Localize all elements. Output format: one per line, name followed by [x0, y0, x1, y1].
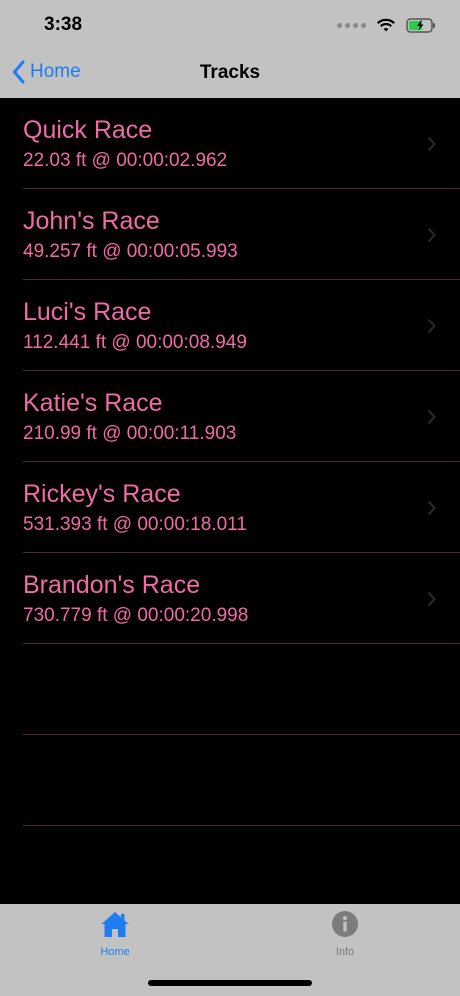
page-title: Tracks [199, 62, 261, 83]
race-row[interactable]: Luci's Race 112.441 ft @ 00:00:08.949 [0, 280, 460, 371]
disclosure-chevron-icon [427, 227, 436, 243]
battery-charging-icon [406, 17, 435, 33]
tab-info[interactable]: Info [295, 910, 395, 958]
tracks-screen: 3:38 Home Tracks Quick Race 22.03 ft @ 0… [0, 0, 460, 996]
race-detail: 210.99 ft @ 00:00:11.903 [23, 423, 237, 444]
race-list: Quick Race 22.03 ft @ 00:00:02.962 John'… [0, 98, 460, 904]
race-detail: 49.257 ft @ 00:00:05.993 [23, 241, 238, 262]
disclosure-chevron-icon [427, 500, 436, 516]
home-indicator [148, 980, 312, 986]
race-row[interactable]: Brandon's Race 730.779 ft @ 00:00:20.998 [0, 553, 460, 644]
row-separator [23, 643, 460, 644]
tab-info-label: Info [335, 946, 355, 958]
race-name: Brandon's Race [23, 571, 201, 599]
status-icons [337, 14, 436, 36]
race-row[interactable]: Quick Race 22.03 ft @ 00:00:02.962 [0, 98, 460, 189]
disclosure-chevron-icon [427, 318, 436, 334]
wifi-icon [377, 18, 395, 31]
tab-home-label: Home [100, 946, 130, 958]
race-name: Rickey's Race [23, 480, 181, 508]
race-detail: 531.393 ft @ 00:00:18.011 [23, 514, 247, 535]
race-name: Katie's Race [23, 389, 163, 417]
disclosure-chevron-icon [427, 591, 436, 607]
race-name: Quick Race [23, 116, 153, 144]
disclosure-chevron-icon [427, 136, 436, 152]
row-separator [23, 825, 460, 826]
cellular-signal-icon [337, 22, 366, 28]
disclosure-chevron-icon [427, 409, 436, 425]
house-icon [101, 912, 129, 937]
info-icon [332, 911, 358, 937]
race-row[interactable]: Rickey's Race 531.393 ft @ 00:00:18.011 [0, 462, 460, 553]
race-detail: 730.779 ft @ 00:00:20.998 [23, 605, 249, 626]
row-separator [23, 734, 460, 735]
race-detail: 112.441 ft @ 00:00:08.949 [23, 332, 247, 353]
race-name: John's Race [23, 207, 160, 235]
race-detail: 22.03 ft @ 00:00:02.962 [23, 150, 228, 171]
tab-home[interactable]: Home [65, 910, 165, 958]
race-name: Luci's Race [23, 298, 152, 326]
status-time: 3:38 [44, 14, 83, 35]
race-row[interactable]: Katie's Race 210.99 ft @ 00:00:11.903 [0, 371, 460, 462]
race-row[interactable]: John's Race 49.257 ft @ 00:00:05.993 [0, 189, 460, 280]
navigation-header: 3:38 Home Tracks [0, 0, 460, 98]
